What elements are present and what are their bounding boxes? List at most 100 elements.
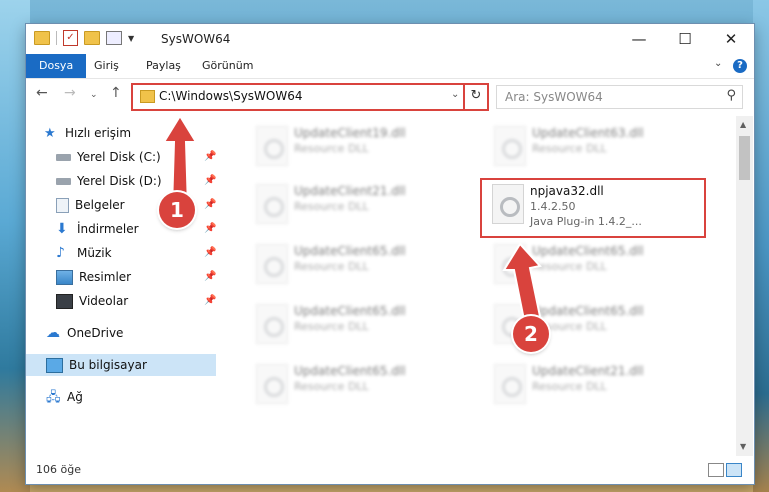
address-row: ← → ⌄ ↑ C:\Windows\SysWOW64 ⌄ ↻ Ara: Sys…	[26, 79, 754, 113]
sidebar-item-pictures[interactable]: Resimler	[56, 266, 131, 288]
computer-icon	[46, 357, 63, 373]
tab-file[interactable]: Dosya	[26, 54, 87, 78]
details-view-icon[interactable]	[708, 463, 724, 477]
toolbar-divider	[56, 31, 57, 45]
vertical-scrollbar[interactable]: ▲ ▼	[736, 116, 753, 456]
file-list: UpdateClient19.dll Resource DLL UpdateCl…	[226, 116, 734, 456]
list-item[interactable]: UpdateClient63.dll Resource DLL	[484, 122, 704, 174]
picture-icon	[56, 269, 73, 285]
refresh-icon[interactable]: ↻	[463, 83, 489, 111]
scroll-up-icon[interactable]: ▲	[740, 120, 746, 129]
file-description: Resource DLL	[532, 142, 607, 155]
status-bar: 106 öğe	[26, 456, 754, 484]
file-name: UpdateClient63.dll	[532, 126, 644, 140]
sidebar-item-label: Hızlı erişim	[65, 126, 132, 140]
drive-icon	[56, 177, 71, 185]
properties-icon[interactable]	[106, 31, 122, 45]
dll-gear-file-icon	[492, 184, 524, 224]
file-name: UpdateClient65.dll	[294, 304, 406, 318]
sidebar-item-downloads[interactable]: ⬇ İndirmeler	[56, 218, 139, 240]
forward-arrow-icon[interactable]: →	[64, 85, 76, 101]
file-description: Resource DLL	[294, 320, 369, 333]
annotation-badge-1: 1	[159, 192, 195, 228]
sidebar-item-label: Resimler	[79, 270, 132, 284]
scroll-down-icon[interactable]: ▼	[740, 442, 746, 451]
document-icon	[56, 197, 69, 213]
maximize-button[interactable]: ☐	[662, 24, 708, 54]
sidebar-item-network[interactable]: 🖧 Ağ	[46, 386, 83, 408]
list-item[interactable]: UpdateClient19.dll Resource DLL	[246, 122, 466, 174]
sidebar-item-label: Videolar	[79, 294, 129, 308]
file-version: 1.4.2.50	[530, 200, 576, 213]
sidebar-item-local-disk-c[interactable]: Yerel Disk (C:)	[56, 146, 161, 168]
new-folder-icon[interactable]	[84, 31, 100, 45]
recent-chevron-icon[interactable]: ⌄	[90, 90, 98, 100]
ribbon-tabs: Dosya Giriş Paylaş Görünüm ⌄ ?	[26, 54, 754, 79]
desktop-background-right	[753, 0, 769, 492]
list-item[interactable]: UpdateClient65.dll Resource DLL	[246, 360, 466, 412]
file-description: Resource DLL	[294, 260, 369, 273]
sidebar-item-onedrive[interactable]: ☁ OneDrive	[46, 322, 123, 344]
file-description: Resource DLL	[294, 380, 369, 393]
tab-view[interactable]: Görünüm	[194, 54, 261, 78]
pin-icon[interactable]: 📌	[204, 223, 216, 234]
tab-share[interactable]: Paylaş	[138, 54, 189, 78]
close-button[interactable]: ✕	[708, 24, 754, 54]
search-input[interactable]: Ara: SysWOW64 ⚲	[496, 85, 743, 109]
sidebar-item-this-pc[interactable]: Bu bilgisayar	[26, 354, 216, 376]
properties-check-icon[interactable]: ✓	[63, 30, 78, 46]
file-name: UpdateClient19.dll	[294, 126, 406, 140]
pin-icon[interactable]: 📌	[204, 295, 216, 306]
item-count: 106 öğe	[36, 463, 81, 476]
sidebar-item-label: İndirmeler	[77, 222, 139, 236]
title-bar: ✓ ▼ SysWOW64 — ☐ ✕	[26, 24, 754, 54]
folder-icon[interactable]	[34, 31, 50, 45]
search-icon[interactable]: ⚲	[726, 88, 736, 103]
dll-file-icon	[256, 304, 288, 344]
minimize-button[interactable]: —	[616, 24, 662, 54]
sidebar-item-label: Belgeler	[75, 198, 125, 212]
pin-icon[interactable]: 📌	[204, 271, 216, 282]
address-bar[interactable]: C:\Windows\SysWOW64 ⌄	[131, 83, 487, 111]
file-name: npjava32.dll	[530, 184, 604, 198]
sidebar-item-quick-access[interactable]: ★ Hızlı erişim	[44, 122, 131, 144]
sidebar-item-label: OneDrive	[67, 326, 124, 340]
list-item[interactable]: UpdateClient65.dll Resource DLL	[246, 240, 466, 292]
tiles-view-icon[interactable]	[726, 463, 742, 477]
file-name: UpdateClient65.dll	[294, 244, 406, 258]
dll-file-icon	[494, 126, 526, 166]
back-arrow-icon[interactable]: ←	[36, 85, 48, 101]
dll-file-icon	[256, 184, 288, 224]
up-arrow-icon[interactable]: ↑	[110, 85, 122, 101]
file-name: UpdateClient21.dll	[532, 364, 644, 378]
file-description: Resource DLL	[532, 380, 607, 393]
dll-file-icon	[256, 364, 288, 404]
file-description: Resource DLL	[294, 142, 369, 155]
search-placeholder: Ara: SysWOW64	[505, 90, 603, 104]
window-title: SysWOW64	[161, 32, 231, 46]
pin-icon[interactable]: 📌	[204, 247, 216, 258]
sidebar-item-label: Yerel Disk (C:)	[77, 150, 161, 164]
tab-home[interactable]: Giriş	[86, 54, 127, 78]
sidebar-item-music[interactable]: ♪ Müzik	[56, 242, 112, 264]
help-icon[interactable]: ?	[733, 59, 747, 73]
explorer-window: ✓ ▼ SysWOW64 — ☐ ✕ Dosya Giriş Paylaş Gö…	[26, 24, 754, 484]
scrollbar-thumb[interactable]	[739, 136, 750, 180]
list-item-npjava32[interactable]: npjava32.dll 1.4.2.50 Java Plug-in 1.4.2…	[480, 178, 706, 238]
quick-access-toolbar: ✓ ▼	[34, 30, 134, 46]
list-item[interactable]: UpdateClient21.dll Resource DLL	[246, 180, 466, 232]
sidebar-item-documents[interactable]: Belgeler	[56, 194, 125, 216]
list-item[interactable]: UpdateClient21.dll Resource DLL	[484, 360, 704, 412]
sidebar-item-label: Ağ	[67, 390, 83, 404]
chevron-down-icon[interactable]: ⌄	[451, 89, 459, 100]
chevron-down-icon[interactable]: ⌄	[714, 58, 722, 69]
folder-icon	[140, 90, 155, 103]
address-path[interactable]: C:\Windows\SysWOW64	[159, 89, 303, 103]
film-icon	[56, 293, 73, 309]
sidebar-item-videos[interactable]: Videolar	[56, 290, 128, 312]
chevron-down-icon[interactable]: ▼	[128, 34, 134, 43]
sidebar-item-local-disk-d[interactable]: Yerel Disk (D:)	[56, 170, 162, 192]
sidebar-item-label: Bu bilgisayar	[69, 358, 147, 372]
file-name: UpdateClient65.dll	[294, 364, 406, 378]
list-item[interactable]: UpdateClient65.dll Resource DLL	[246, 300, 466, 352]
